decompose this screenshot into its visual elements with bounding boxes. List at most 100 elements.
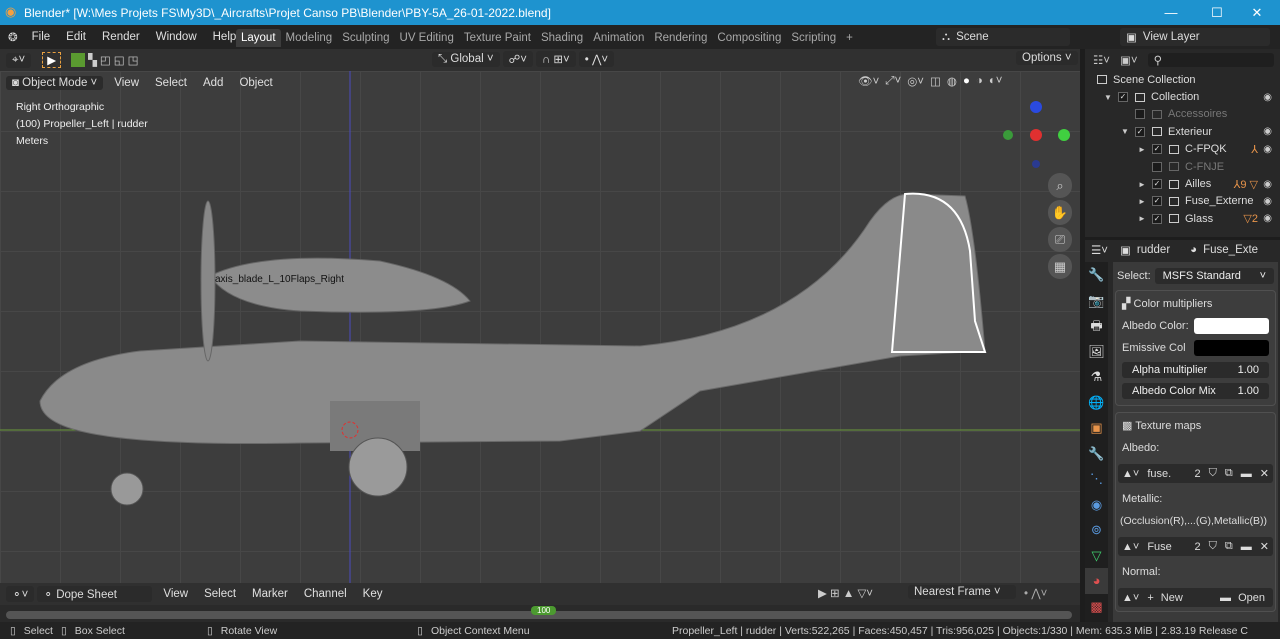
outliner-item[interactable]: ► ✓ Ailles ⅄9 ▽ ◉ [1085,175,1280,192]
material-shading-icon[interactable]: ◑ [976,75,983,87]
viewport-menu-view[interactable]: View [106,77,147,89]
zoom-icon[interactable]: ⌕ [1048,173,1072,198]
mode-dropdown[interactable]: ◙ Object Mode ˅ [6,76,104,90]
outliner-item[interactable]: Scene Collection [1085,71,1280,88]
outliner-search-input[interactable]: ⚲ [1147,53,1274,67]
open-image-button[interactable]: ▬ Open [1216,592,1273,604]
visibility-eye-icon[interactable]: ◉ [1263,92,1272,103]
proportional-edit-dropdown[interactable]: • ⋀˅ [578,51,615,67]
tab-sculpting[interactable]: Sculpting [337,29,394,47]
duplicate-icon[interactable]: ⧉ [1221,540,1237,553]
proportional-icon[interactable]: • ⋀˅ [1024,586,1047,600]
gizmo-icon[interactable]: ⤢˅ [885,75,901,88]
transform-pivot-icon[interactable]: ⌖˅ [6,52,32,68]
dopesheet-menu-channel[interactable]: Channel [296,588,355,600]
emissive-color-swatch[interactable] [1194,340,1269,356]
menu-file[interactable]: File [24,31,59,43]
exclude-checkbox[interactable]: ✓ [1152,179,1162,190]
xray-icon[interactable]: ◫ [930,74,941,88]
outliner-item[interactable]: Accessoires [1085,106,1280,123]
snap-mode-dropdown[interactable]: Nearest Frame ˅ [908,585,1016,599]
image-browse-icon[interactable]: ▲˅ [1118,468,1143,480]
expand-arrow-icon[interactable]: ▼ [1104,93,1118,102]
outliner-item[interactable]: ▼ ✓ Exterieur ◉ [1085,123,1280,140]
image-browse-icon[interactable]: ▲˅ [1118,541,1143,553]
orientation-dropdown[interactable]: ⤡ Global ˅ [432,51,500,67]
outliner-item[interactable]: C-FNJE [1085,158,1280,175]
close-button[interactable]: ✕ [1234,0,1280,25]
texture-maps-header[interactable]: ▩ Texture maps [1122,419,1269,432]
visibility-eye-icon[interactable]: ◉ [1263,213,1272,224]
visibility-eye-icon[interactable]: ◉ [1263,126,1272,137]
dopesheet-menu-key[interactable]: Key [355,588,391,600]
timeline-scrubber[interactable]: 100 [0,605,1080,622]
menu-edit[interactable]: Edit [58,31,94,43]
display-mode-icon[interactable]: ☷˅ [1093,53,1110,67]
modifier-tab-icon[interactable]: 🔧 [1085,441,1108,467]
tab-layout[interactable]: Layout [236,29,281,47]
tab-shading[interactable]: Shading [536,29,588,47]
dopesheet-menu-select[interactable]: Select [196,588,244,600]
tab-animation[interactable]: Animation [588,29,649,47]
wireframe-shading-icon[interactable]: ◍ [947,74,957,88]
physics-tab-icon[interactable]: ◉ [1085,492,1108,518]
exclude-checkbox[interactable] [1152,161,1162,172]
folder-icon[interactable]: ▬ [1237,468,1256,480]
grid-icon[interactable]: ▦ [1048,254,1072,279]
minimize-button[interactable]: — [1148,0,1194,25]
select-tool-icon[interactable]: ▶ [42,52,62,68]
render-tab-icon[interactable]: 📷 [1085,288,1108,314]
fake-user-icon[interactable]: ⛉ [1205,540,1221,553]
dopesheet-mode-dropdown[interactable]: ⚬ Dope Sheet [37,586,153,602]
albedo-color-mix-field[interactable]: Albedo Color Mix 1.00 [1122,383,1269,399]
tab-modeling[interactable]: Modeling [281,29,338,47]
alpha-multiplier-field[interactable]: Alpha multiplier 1.00 [1122,362,1269,378]
view-layer-selector[interactable]: ▣ View Layer [1120,28,1270,46]
visibility-eye-icon[interactable]: ◉ [1263,179,1272,190]
particles-tab-icon[interactable]: ⋱ [1085,466,1108,492]
world-tab-icon[interactable]: 🌐 [1085,390,1108,416]
folder-icon[interactable]: ▬ [1237,541,1256,553]
filter-icons[interactable]: ▶ ⊞ ▲ ▽˅ [818,586,873,600]
filter-icon[interactable]: ▣˅ [1120,53,1138,67]
expand-arrow-icon[interactable]: ► [1138,197,1152,206]
exclude-checkbox[interactable]: ✓ [1152,144,1162,155]
new-image-button[interactable]: + New [1143,592,1216,604]
select-mode-icons[interactable]: ▚◰◱◳ [88,53,141,67]
visibility-eye-icon[interactable]: ◉ [1263,144,1272,155]
duplicate-icon[interactable]: ⧉ [1221,467,1237,480]
viewport-menu-add[interactable]: Add [195,77,231,89]
rendered-shading-icon[interactable]: ◐˅ [989,75,1003,87]
menu-render[interactable]: Render [94,31,148,43]
tab-rendering[interactable]: Rendering [649,29,712,47]
exclude-checkbox[interactable]: ✓ [1118,92,1128,103]
tab-texture-paint[interactable]: Texture Paint [459,29,536,47]
outliner-item[interactable]: ► ✓ C-FPQK ⅄ ◉ [1085,141,1280,158]
scene-selector[interactable]: ⛬ Scene [936,28,1070,46]
dopesheet-menu-marker[interactable]: Marker [244,588,296,600]
tab-uv-editing[interactable]: UV Editing [395,29,459,47]
fake-user-icon[interactable]: ⛉ [1205,467,1221,480]
outliner-item[interactable]: ▼ ✓ Collection ◉ [1085,88,1280,105]
visibility-eye-icon[interactable]: ◉ [1263,196,1272,207]
metallic-texture-selector[interactable]: ▲˅ Fuse 2 ⛉ ⧉ ▬ ✕ [1118,537,1273,556]
material-tab-icon[interactable]: ◕ [1085,568,1108,594]
visibility-icon[interactable]: 👁˅ [858,74,879,88]
color-multipliers-header[interactable]: ▞ Color multipliers [1122,297,1269,310]
output-tab-icon[interactable]: 🖶 [1085,313,1108,339]
options-dropdown[interactable]: Options ˅ [1016,51,1078,65]
scene-tab-icon[interactable]: ⚗ [1085,364,1108,390]
menu-window[interactable]: Window [148,31,205,43]
expand-arrow-icon[interactable]: ► [1138,180,1152,189]
shader-select-dropdown[interactable]: MSFS Standard ˅ [1154,268,1274,284]
outliner-item[interactable]: ► ✓ Fuse_Externe ◉ [1085,193,1280,210]
outliner-item[interactable]: ► ✓ Glass ▽2 ◉ [1085,210,1280,227]
texture-tab-icon[interactable]: ▩ [1085,594,1108,620]
albedo-texture-selector[interactable]: ▲˅ fuse. 2 ⛉ ⧉ ▬ ✕ [1118,464,1273,483]
solid-shading-icon[interactable]: ● [963,75,970,87]
expand-arrow-icon[interactable]: ▼ [1121,127,1135,136]
tab-compositing[interactable]: Compositing [712,29,786,47]
editor-type-dropdown[interactable]: ⚬˅ [6,586,35,602]
unlink-icon[interactable]: ✕ [1256,467,1273,480]
expand-arrow-icon[interactable]: ► [1138,214,1152,223]
